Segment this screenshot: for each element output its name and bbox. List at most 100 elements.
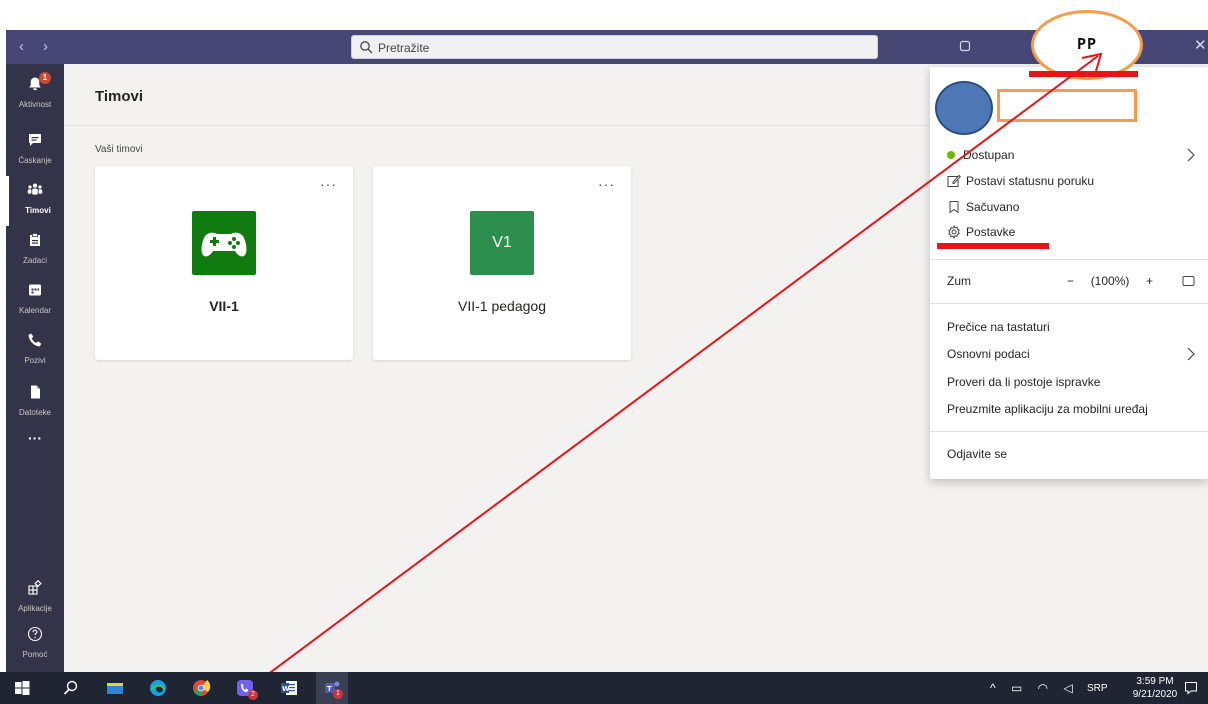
- rail-item-activity[interactable]: 1 Aktivnost: [6, 70, 64, 120]
- team-card[interactable]: ··· V1 VII-1 pedagog: [373, 166, 631, 360]
- rail-label: Timovi: [25, 206, 51, 215]
- zoom-in-button[interactable]: +: [1146, 274, 1153, 288]
- rail-label: Aplikacije: [18, 604, 52, 613]
- zoom-out-button[interactable]: −: [1067, 274, 1074, 288]
- zoom-row: Zum − (100%) +: [947, 274, 1197, 288]
- annotation-underline: [937, 243, 1049, 249]
- app-bar: 1 Aktivnost Ćaskanje Timovi Zadaci Kalen…: [6, 64, 64, 672]
- rail-label: Ćaskanje: [18, 156, 52, 165]
- more-options-button[interactable]: ···: [598, 176, 615, 192]
- chat-icon: [29, 134, 41, 146]
- section-label: Vaši timovi: [95, 144, 143, 155]
- rail-item-teams[interactable]: Timovi: [6, 176, 64, 226]
- status-label: Dostupan: [963, 148, 1015, 162]
- menu-label: Odjavite se: [947, 447, 1008, 461]
- rail-more-button[interactable]: ···: [6, 430, 64, 454]
- search-placeholder: Pretražite: [378, 41, 430, 55]
- word-icon[interactable]: W: [279, 678, 299, 698]
- profile-name-highlight: [997, 89, 1137, 122]
- menu-label: Prečice na tastaturi: [947, 320, 1050, 334]
- menu-item-about[interactable]: Osnovni podaci: [947, 347, 1030, 361]
- rail-label: Pomoć: [22, 650, 48, 659]
- search-input[interactable]: Pretražite: [351, 35, 878, 59]
- rail-label: Datoteke: [18, 408, 52, 417]
- svg-text:T: T: [327, 685, 332, 693]
- annotation-underline: [1029, 71, 1138, 77]
- team-card[interactable]: ··· VII-1: [95, 166, 353, 360]
- teams-icon: [27, 183, 43, 195]
- gamepad-icon: [201, 232, 247, 257]
- menu-divider: [930, 431, 1208, 432]
- activity-badge: 1: [39, 72, 51, 84]
- windows-taskbar: 2 W T 1 ^ ▭ ◠ ◁ SRP 3:59 PM 9/21/2020: [0, 672, 1208, 704]
- help-icon: [27, 626, 43, 642]
- clock-date: 9/21/2020: [1132, 689, 1178, 700]
- team-name: VII-1 pedagog: [458, 298, 546, 314]
- chrome-browser-icon[interactable]: [191, 678, 211, 698]
- file-explorer-icon[interactable]: [105, 678, 125, 698]
- clock-time: 3:59 PM: [1136, 676, 1174, 687]
- profile-menu: Dostupan Postavi statusnu poruku Sačuvan…: [930, 67, 1208, 479]
- system-tray-icons[interactable]: ^ ▭ ◠ ◁: [990, 681, 1079, 695]
- team-name: VII-1: [209, 298, 239, 314]
- more-icon: ···: [28, 430, 42, 446]
- apps-icon: [28, 580, 42, 595]
- rail-item-chat[interactable]: Ćaskanje: [6, 126, 64, 176]
- more-options-button[interactable]: ···: [320, 176, 337, 192]
- menu-item-saved[interactable]: Sačuvano: [947, 200, 1019, 214]
- bookmark-icon: [949, 201, 959, 214]
- svg-text:W: W: [282, 685, 290, 693]
- menu-item-keyboard-shortcuts[interactable]: Prečice na tastaturi: [947, 320, 1050, 334]
- search-icon: [360, 41, 373, 54]
- menu-label: Sačuvano: [966, 200, 1020, 214]
- phone-icon: [28, 333, 42, 347]
- rail-item-files[interactable]: Datoteke: [6, 378, 64, 428]
- viber-badge: 2: [248, 690, 258, 700]
- menu-divider: [930, 259, 1208, 260]
- input-language[interactable]: SRP: [1087, 683, 1108, 694]
- zoom-value: (100%): [1090, 274, 1130, 288]
- rail-item-apps[interactable]: Aplikacije: [6, 574, 64, 624]
- profile-initials: PP: [1076, 35, 1098, 53]
- page-title: Timovi: [95, 88, 144, 105]
- teams-taskbar-active[interactable]: T 1: [316, 672, 348, 704]
- rail-label: Aktivnost: [18, 100, 52, 109]
- menu-item-settings[interactable]: Postavke: [947, 225, 1015, 239]
- menu-label: Preuzmite aplikaciju za mobilni uređaj: [947, 402, 1148, 416]
- rail-item-calendar[interactable]: Kalendar: [6, 276, 64, 326]
- profile-button-highlight[interactable]: PP: [1031, 10, 1143, 80]
- notifications-icon[interactable]: [1184, 681, 1198, 695]
- restore-window-icon[interactable]: [959, 40, 971, 52]
- menu-divider: [930, 303, 1208, 304]
- menu-item-check-updates[interactable]: Proveri da li postoje ispravke: [947, 375, 1100, 389]
- zoom-controls: − (100%) +: [1067, 274, 1153, 288]
- rail-item-calls[interactable]: Pozivi: [6, 326, 64, 376]
- chevron-right-icon: [1187, 148, 1195, 162]
- edge-browser-icon[interactable]: [148, 678, 168, 698]
- menu-item-sign-out[interactable]: Odjavite se: [947, 447, 1007, 461]
- team-avatar: V1: [470, 211, 534, 275]
- menu-item-set-status-message[interactable]: Postavi statusnu poruku: [947, 174, 1094, 188]
- menu-label: Postavi statusnu poruku: [966, 174, 1095, 188]
- menu-item-mobile-app[interactable]: Preuzmite aplikaciju za mobilni uređaj: [947, 402, 1148, 416]
- fullscreen-icon[interactable]: [1182, 275, 1195, 287]
- rail-item-assignments[interactable]: Zadaci: [6, 226, 64, 276]
- calendar-icon: [29, 284, 41, 296]
- back-button[interactable]: ‹: [19, 38, 24, 55]
- gear-icon: [948, 225, 960, 239]
- team-avatar: [192, 211, 256, 275]
- rail-label: Pozivi: [24, 356, 46, 365]
- zoom-label: Zum: [947, 274, 971, 288]
- close-window-button[interactable]: ✕: [1194, 36, 1207, 54]
- status-available-icon: [947, 151, 955, 159]
- chevron-right-icon: [1187, 347, 1195, 361]
- menu-item-status[interactable]: Dostupan: [947, 148, 1014, 162]
- windows-start-icon[interactable]: [12, 678, 32, 698]
- menu-label: Postavke: [966, 225, 1016, 239]
- app-window: ‹ › Pretražite ✕ 1 Aktivnost Ćaskanje Ti…: [0, 0, 1208, 704]
- forward-button[interactable]: ›: [43, 38, 48, 55]
- search-icon[interactable]: [61, 678, 81, 698]
- clock[interactable]: 3:59 PM 9/21/2020: [1131, 675, 1179, 701]
- rail-item-help[interactable]: Pomoć: [6, 620, 64, 670]
- menu-label: Proveri da li postoje ispravke: [947, 375, 1101, 389]
